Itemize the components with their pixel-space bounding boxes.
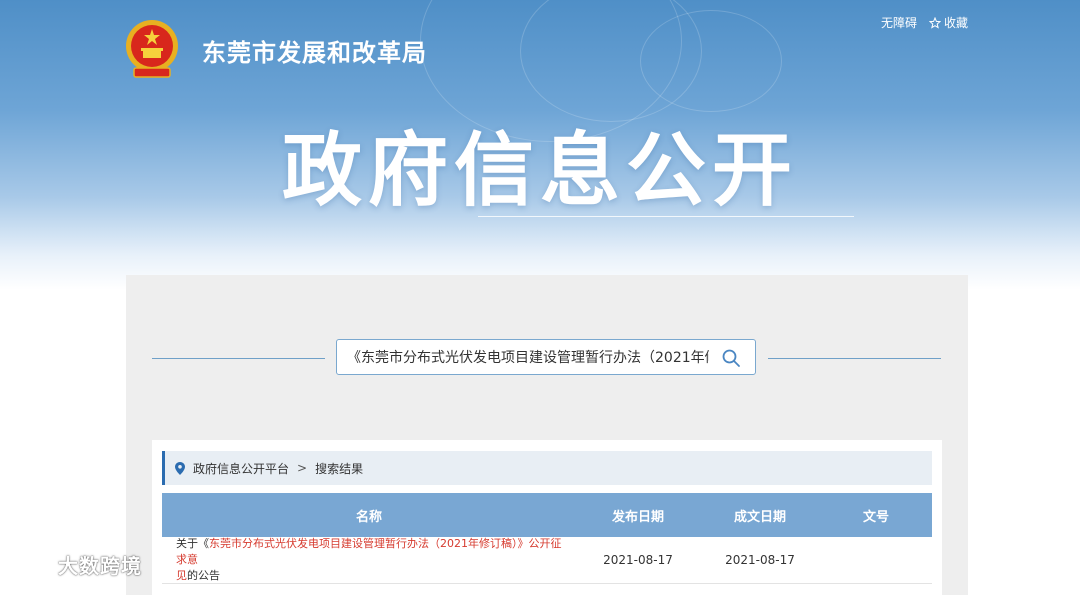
banner-decoration — [640, 10, 782, 112]
watermark-logo-icon — [10, 556, 52, 573]
watermark-text: 大数跨境 — [58, 554, 142, 578]
search-icon[interactable] — [721, 348, 741, 368]
star-icon — [928, 16, 941, 29]
breadcrumb-item-platform[interactable]: 政府信息公开平台 — [193, 460, 289, 477]
result-title-highlight: 东莞市分布式光伏发电项目建设管理暂行办法（2021年修订稿）》公开征求意 — [176, 537, 562, 566]
banner-title: 政府信息公开 — [282, 124, 798, 217]
result-title-text: 关于《东莞市分布式光伏发电项目建设管理暂行办法（2021年修订稿）》公开征求意见… — [176, 536, 566, 584]
search-input[interactable] — [347, 340, 709, 374]
accessibility-link-label: 无障碍 — [880, 16, 917, 30]
favorite-link-label: 收藏 — [943, 16, 968, 30]
result-title-prefix: 关于《 — [176, 537, 209, 550]
breadcrumb: 政府信息公开平台 > 搜索结果 — [162, 451, 932, 485]
breadcrumb-item-results: 搜索结果 — [315, 461, 364, 476]
accessibility-link[interactable]: 无障碍 — [881, 14, 917, 31]
national-emblem-icon — [126, 20, 178, 78]
column-header-published: 发布日期 — [611, 509, 664, 525]
column-header-doc-number: 文号 — [862, 509, 889, 525]
table-row: 关于《东莞市分布式光伏发电项目建设管理暂行办法（2021年修订稿）》公开征求意见… — [162, 537, 932, 584]
result-title-link[interactable]: 关于《东莞市分布式光伏发电项目建设管理暂行办法（2021年修订稿）》公开征求意见… — [162, 537, 576, 583]
watermark: 大数跨境 — [8, 550, 142, 579]
site-title[interactable]: 东莞市发展和改革局 — [202, 33, 427, 68]
favorite-link[interactable]: 收藏 — [928, 14, 968, 31]
search-divider-right — [768, 358, 941, 359]
top-links: 无障碍 收藏 — [881, 14, 968, 31]
result-written-date: 2021-08-17 — [725, 553, 795, 567]
column-header-name: 名称 — [355, 509, 382, 525]
result-doc-number — [820, 537, 932, 583]
search-box — [336, 339, 756, 375]
table-header: 名称 发布日期 成文日期 文号 — [162, 493, 932, 537]
title-divider — [478, 216, 854, 217]
result-title-suffix: 的公告 — [187, 569, 220, 582]
results-section: 政府信息公开平台 > 搜索结果 名称 发布日期 成文日期 文号 关于《东莞市分布… — [152, 440, 942, 600]
breadcrumb-separator: > — [297, 461, 308, 475]
location-pin-icon — [175, 461, 185, 475]
column-header-written: 成文日期 — [733, 509, 786, 525]
result-title-highlight-2: 见 — [176, 569, 187, 582]
search-divider-left — [152, 358, 325, 359]
result-published-date: 2021-08-17 — [603, 553, 673, 567]
